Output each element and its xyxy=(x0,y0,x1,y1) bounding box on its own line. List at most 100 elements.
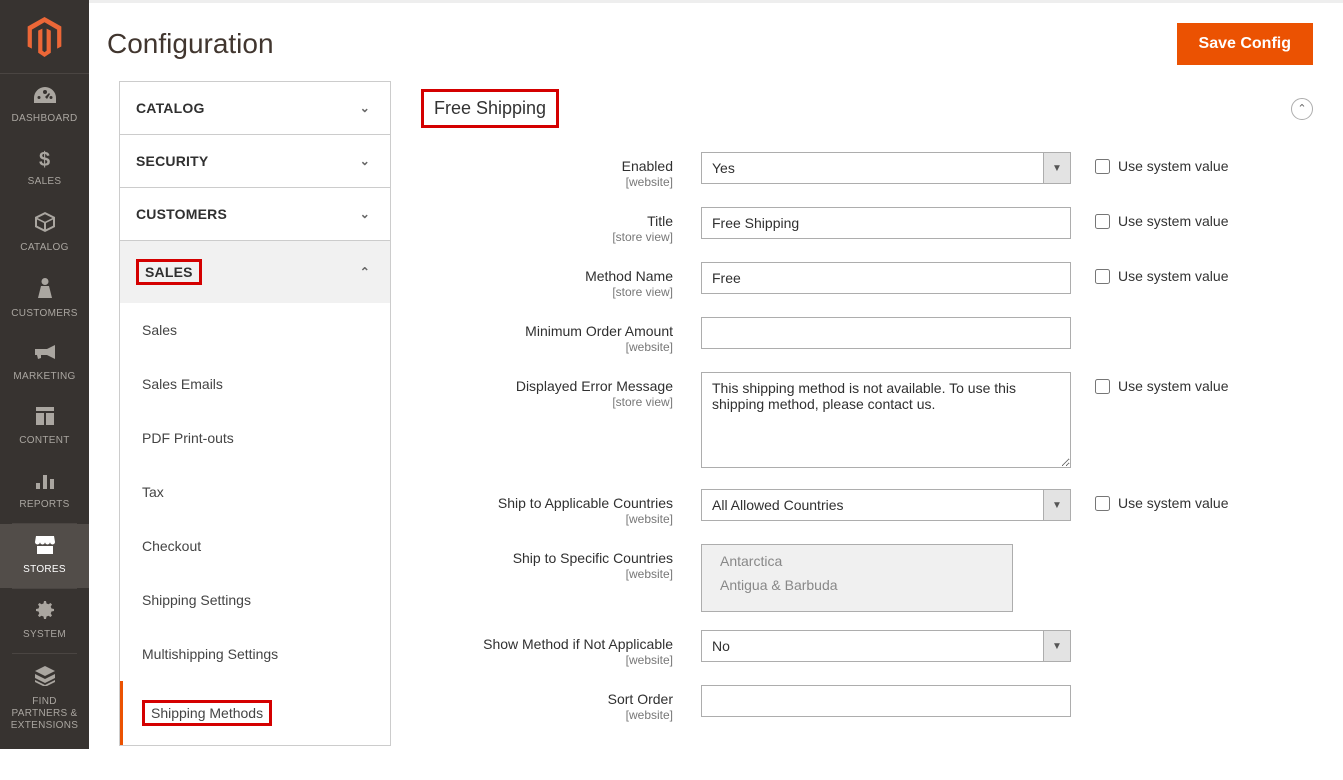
nav-content[interactable]: CONTENT xyxy=(0,395,89,459)
subtab-sales-emails[interactable]: Sales Emails xyxy=(120,357,390,411)
subtab-pdf-printouts[interactable]: PDF Print-outs xyxy=(120,411,390,465)
chevron-down-icon: ▼ xyxy=(1043,630,1071,662)
save-config-button[interactable]: Save Config xyxy=(1177,23,1313,65)
row-error-msg: Displayed Error Message [store view] Thi… xyxy=(421,372,1313,471)
nav-reports[interactable]: REPORTS xyxy=(0,459,89,523)
tab-customers[interactable]: CUSTOMERS ⌄ xyxy=(119,187,391,240)
checkbox-label: Use system value xyxy=(1118,378,1228,394)
input-title[interactable] xyxy=(701,207,1071,239)
collapse-button[interactable]: ⌃ xyxy=(1291,98,1313,120)
subtab-label-highlighted: Shipping Methods xyxy=(142,700,272,726)
nav-label: MARKETING xyxy=(13,371,75,383)
nav-customers[interactable]: CUSTOMERS xyxy=(0,266,89,332)
nav-stores[interactable]: STORES xyxy=(0,524,89,588)
nav-marketing[interactable]: MARKETING xyxy=(0,332,89,395)
scope-error-msg: [store view] xyxy=(421,395,673,409)
nav-label: DASHBOARD xyxy=(11,113,77,125)
label-enabled: Enabled xyxy=(622,158,673,174)
row-min-order: Minimum Order Amount [website] xyxy=(421,317,1313,354)
input-min-order[interactable] xyxy=(701,317,1071,349)
subtab-sales[interactable]: Sales xyxy=(120,303,390,357)
select-value: No xyxy=(701,630,1043,662)
admin-nav-list: DASHBOARD $ SALES CATALOG CUSTOMERS MARK… xyxy=(0,74,89,744)
label-title: Title xyxy=(647,213,673,229)
chevron-down-icon: ⌄ xyxy=(360,154,370,168)
nav-label: SALES xyxy=(28,176,62,188)
bars-icon xyxy=(36,471,54,495)
config-body: CATALOG ⌄ SECURITY ⌄ CUSTOMERS ⌄ SALES xyxy=(89,81,1343,780)
subtab-shipping-methods[interactable]: Shipping Methods xyxy=(120,681,390,745)
checkbox-label: Use system value xyxy=(1118,158,1228,174)
nav-label: STORES xyxy=(23,564,66,576)
scope-show-method: [website] xyxy=(421,653,673,667)
person-icon xyxy=(38,278,52,304)
puzzle-icon xyxy=(35,666,55,692)
multiselect-ship-specific[interactable]: Antarctica Antigua & Barbuda xyxy=(701,544,1013,612)
config-panel: Free Shipping ⌃ Enabled [website] Yes ▼ xyxy=(391,81,1343,780)
page-header: Configuration Save Config xyxy=(89,0,1343,81)
row-sort-order: Sort Order [website] xyxy=(421,685,1313,722)
input-method-name[interactable] xyxy=(701,262,1071,294)
row-show-method: Show Method if Not Applicable [website] … xyxy=(421,630,1313,667)
label-ship-applicable: Ship to Applicable Countries xyxy=(498,495,673,511)
subtab-tax[interactable]: Tax xyxy=(120,465,390,519)
textarea-error-msg[interactable]: This shipping method is not available. T… xyxy=(701,372,1071,468)
nav-system[interactable]: SYSTEM xyxy=(0,589,89,653)
magento-logo[interactable] xyxy=(0,0,89,74)
tab-sales[interactable]: SALES ⌃ Sales Sales Emails PDF Print-out… xyxy=(119,240,391,746)
section-head: Free Shipping ⌃ xyxy=(421,81,1313,152)
select-ship-applicable[interactable]: All Allowed Countries ▼ xyxy=(701,489,1071,521)
tab-label: SECURITY xyxy=(136,153,208,169)
tab-sales-children: Sales Sales Emails PDF Print-outs Tax Ch… xyxy=(120,303,390,745)
scope-ship-specific: [website] xyxy=(421,567,673,581)
nav-dashboard[interactable]: DASHBOARD xyxy=(0,74,89,137)
subtab-checkout[interactable]: Checkout xyxy=(120,519,390,573)
input-sort-order[interactable] xyxy=(701,685,1071,717)
multiselect-option[interactable]: Antarctica xyxy=(702,549,1012,573)
chevron-down-icon: ▼ xyxy=(1043,152,1071,184)
select-value: Yes xyxy=(701,152,1043,184)
tab-security[interactable]: SECURITY ⌄ xyxy=(119,134,391,187)
subtab-shipping-settings[interactable]: Shipping Settings xyxy=(120,573,390,627)
nav-label: CONTENT xyxy=(19,435,69,447)
checkbox-error-msg-system[interactable] xyxy=(1095,379,1110,394)
select-value: All Allowed Countries xyxy=(701,489,1043,521)
nav-label: CATALOG xyxy=(20,242,68,254)
subtab-multishipping-settings[interactable]: Multishipping Settings xyxy=(120,627,390,681)
tab-label: CUSTOMERS xyxy=(136,206,227,222)
nav-catalog[interactable]: CATALOG xyxy=(0,200,89,266)
tab-catalog[interactable]: CATALOG ⌄ xyxy=(119,81,391,134)
tab-label-highlighted: SALES xyxy=(136,259,202,285)
checkbox-method-name-system[interactable] xyxy=(1095,269,1110,284)
label-error-msg: Displayed Error Message xyxy=(516,378,673,394)
section-title-highlighted[interactable]: Free Shipping xyxy=(421,89,559,128)
megaphone-icon xyxy=(35,344,55,367)
select-enabled[interactable]: Yes ▼ xyxy=(701,152,1071,184)
nav-partners[interactable]: FIND PARTNERS & EXTENSIONS xyxy=(0,654,89,744)
label-show-method: Show Method if Not Applicable xyxy=(483,636,673,652)
checkbox-enabled-system[interactable] xyxy=(1095,159,1110,174)
nav-sales[interactable]: $ SALES xyxy=(0,137,89,200)
row-title: Title [store view] Use system value xyxy=(421,207,1313,244)
store-icon xyxy=(35,536,55,560)
admin-sidebar: DASHBOARD $ SALES CATALOG CUSTOMERS MARK… xyxy=(0,0,89,749)
select-show-method[interactable]: No ▼ xyxy=(701,630,1071,662)
scope-ship-applicable: [website] xyxy=(421,512,673,526)
box-icon xyxy=(35,212,55,238)
page-title: Configuration xyxy=(107,28,274,60)
multiselect-option[interactable]: Antigua & Barbuda xyxy=(702,573,1012,597)
chevron-down-icon: ⌄ xyxy=(360,207,370,221)
checkbox-ship-applicable-system[interactable] xyxy=(1095,496,1110,511)
layout-icon xyxy=(36,407,54,431)
checkbox-title-system[interactable] xyxy=(1095,214,1110,229)
label-min-order: Minimum Order Amount xyxy=(525,323,673,339)
nav-label: CUSTOMERS xyxy=(11,308,77,320)
checkbox-label: Use system value xyxy=(1118,213,1228,229)
checkbox-label: Use system value xyxy=(1118,495,1228,511)
magento-logo-icon xyxy=(27,17,62,57)
tab-label: CATALOG xyxy=(136,100,205,116)
gear-icon xyxy=(36,601,54,625)
scope-sort-order: [website] xyxy=(421,708,673,722)
row-ship-applicable: Ship to Applicable Countries [website] A… xyxy=(421,489,1313,526)
chevron-up-icon: ⌃ xyxy=(360,265,370,279)
